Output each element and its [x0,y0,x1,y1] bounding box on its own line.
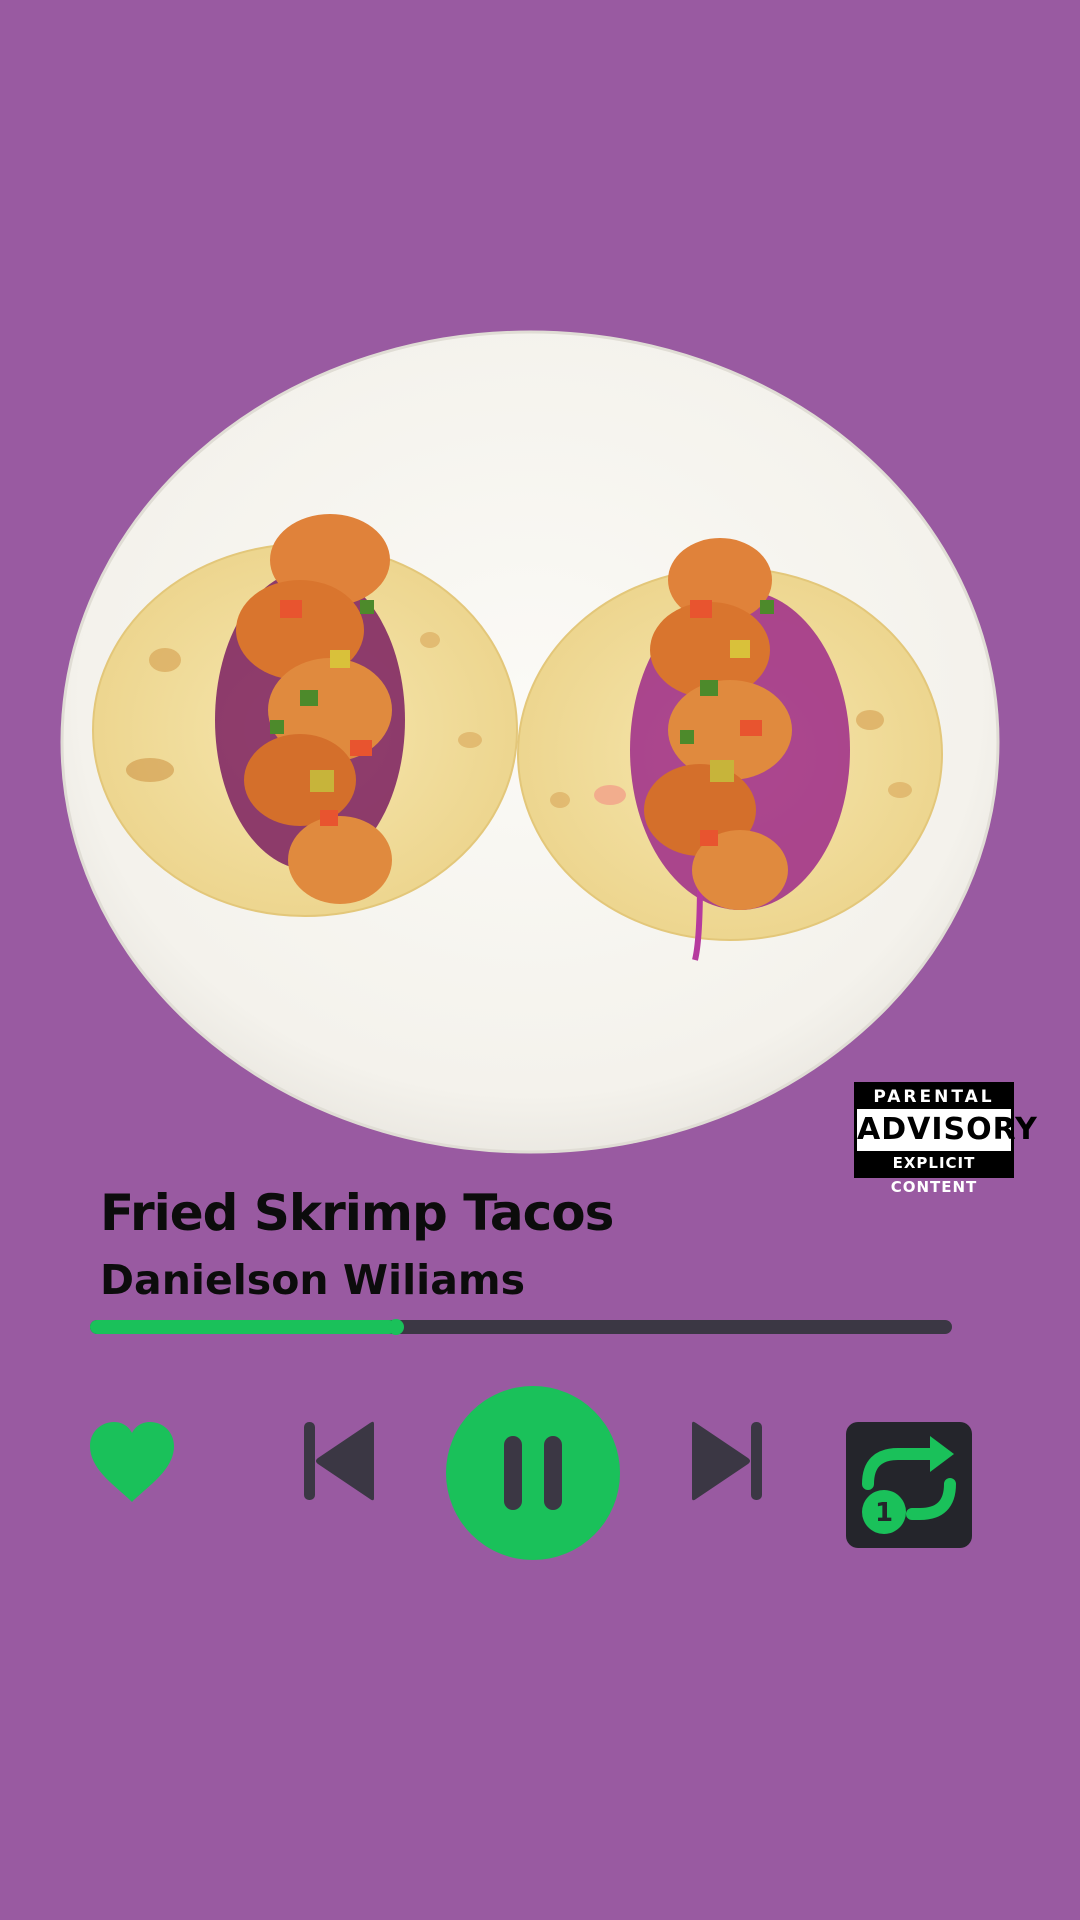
progress-bar[interactable] [90,1319,952,1335]
pause-button[interactable] [446,1386,620,1560]
parental-advisory-label: PARENTAL ADVISORY EXPLICIT CONTENT [854,1082,1037,1196]
album-art [0,300,1080,1180]
advisory-line-2: ADVISORY [857,1109,1037,1151]
heart-icon [90,1422,174,1502]
repeat-one-badge: 1 [875,1498,893,1528]
next-button[interactable] [690,1420,764,1502]
previous-button[interactable] [302,1420,376,1502]
track-title: Fried Skrimp Tacos [100,1184,614,1242]
track-artist[interactable]: Danielson Wiliams [100,1256,525,1304]
skip-next-icon [692,1421,762,1501]
progress-scrubber[interactable] [388,1319,404,1335]
like-button[interactable] [86,1420,178,1504]
skip-previous-icon [304,1421,374,1501]
progress-fill [90,1320,396,1334]
advisory-line-3: EXPLICIT CONTENT [857,1151,1011,1196]
repeat-one-icon: 1 [846,1422,972,1548]
pause-icon [446,1386,620,1560]
now-playing-screen: PARENTAL ADVISORY EXPLICIT CONTENT Fried… [0,0,1080,1920]
repeat-button[interactable]: 1 [846,1422,972,1548]
advisory-line-1: PARENTAL [857,1085,1011,1109]
